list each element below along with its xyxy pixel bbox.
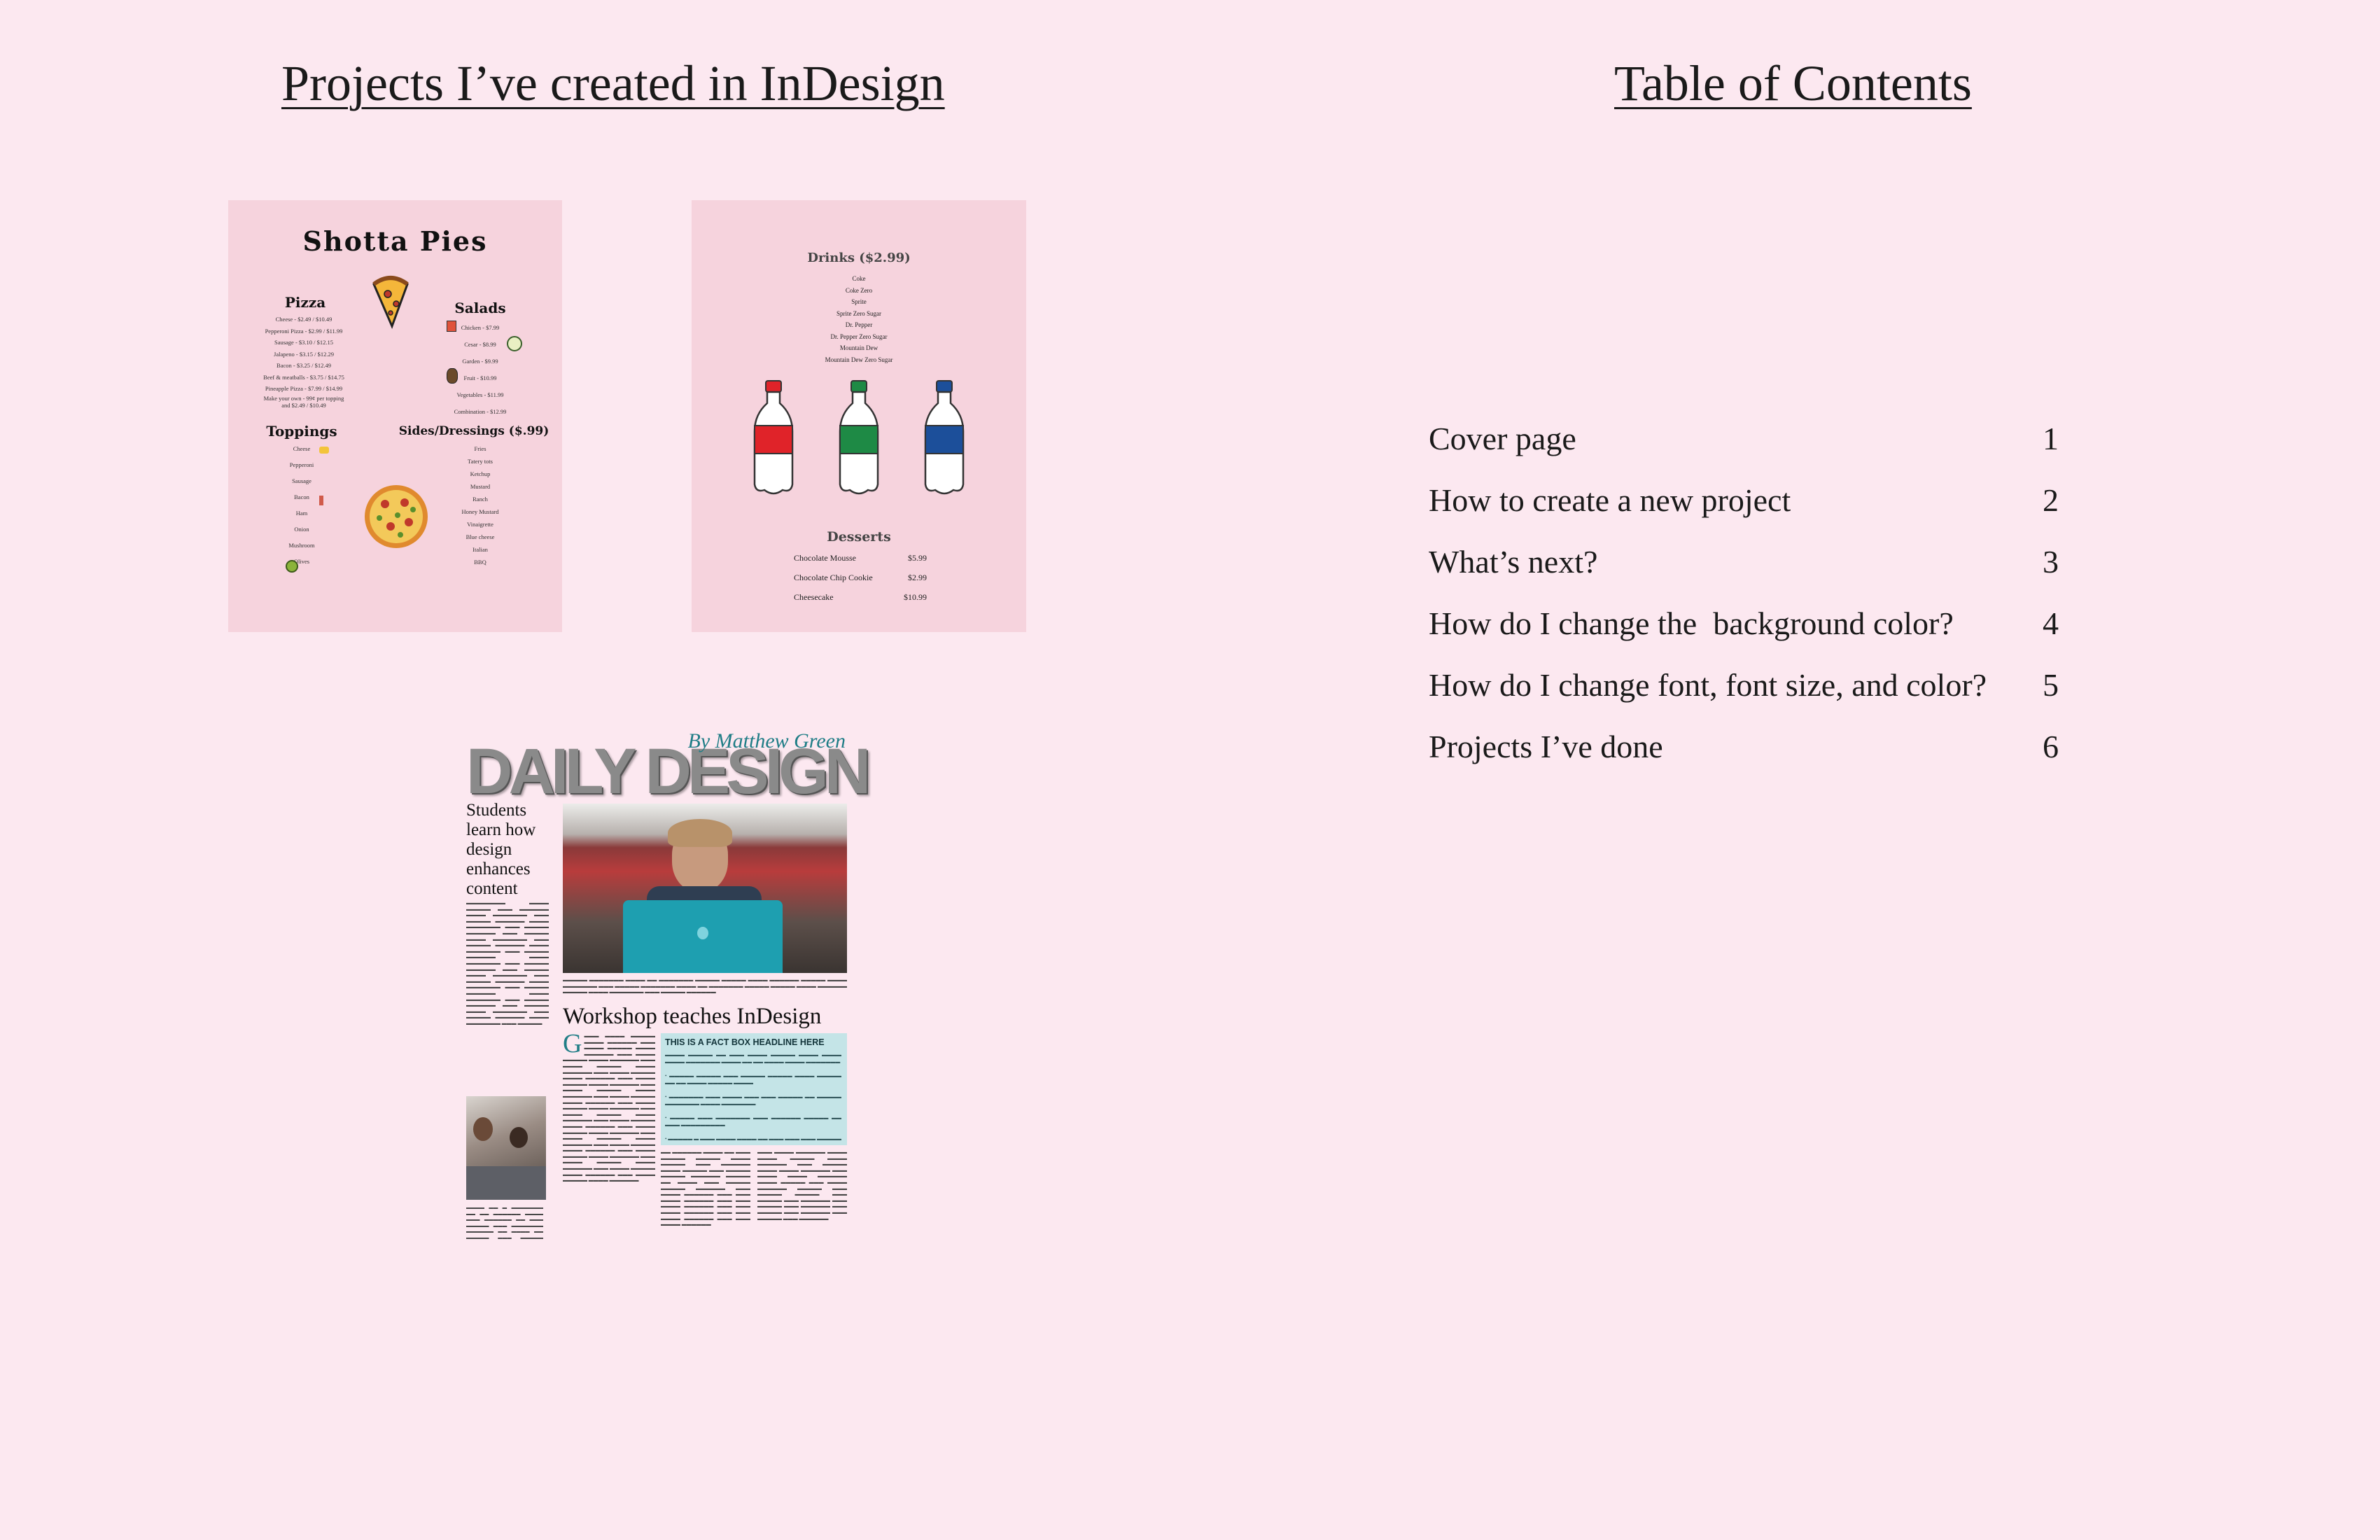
pizza-slice-icon [372,276,409,329]
headline-body-text: ▬▬▬▬▬▬▬▬ ▬▬▬▬ ▬▬▬▬▬ ▬▬▬ ▬▬▬▬▬▬ ▬▬▬▬ ▬▬▬▬… [466,900,549,1026]
toc-entry-title: Projects I’ve done [1429,729,1663,764]
toc-entry-title: Cover page [1429,421,1576,456]
story-body-text: ▬▬▬ ▬▬▬▬ ▬▬▬▬▬▬ ▬▬▬▬ ▬▬▬▬ ▬▬▬▬▬ ▬▬▬▬ ▬▬▬… [757,1149,847,1222]
blue-bottle-icon [924,380,965,495]
toc-entry-page: 5 [2043,667,2059,703]
toc-entry-page: 2 [2043,482,2059,518]
pizza-list: Cheese - $2.49 / $10.49 Pepperoni Pizza -… [263,316,344,409]
green-bottle-icon [839,380,879,495]
salads-section-title: Salads [454,300,506,316]
story-body-text: ▬▬ ▬▬▬▬▬▬ ▬▬▬▬ ▬▬ ▬▬▬ ▬▬▬▬▬ ▬▬▬▬▬ ▬▬▬▬ ▬… [661,1149,750,1228]
table-of-contents: Cover page 1 How to create a new project… [1429,420,2059,790]
story-body-text: G ▬▬▬ ▬▬▬▬ ▬▬▬▬▬ ▬▬▬▬ ▬▬▬▬▬▬ ▬▬▬ ▬▬▬▬ ▬▬▬… [563,1033,655,1184]
toc-entry[interactable]: How to create a new project 2 [1429,482,2059,543]
toc-entry-page: 6 [2043,729,2059,764]
dessert-row: Cheesecake $10.99 [794,592,927,602]
toc-entry[interactable]: Projects I’ve done 6 [1429,728,2059,790]
dessert-row: Chocolate Mousse $5.99 [794,553,927,563]
toc-entry-title: How to create a new project [1429,482,1791,518]
toppings-list: Cheese Pepperoni Sausage Bacon Ham Onion Mu… [288,445,315,565]
pizza-icon [365,485,428,548]
fact-box-text: ▬▬▬▬ ▬▬▬▬▬ ▬▬ ▬▬▬ ▬▬▬▬ ▬▬▬▬▬ ▬▬▬▬ ▬▬▬▬ ▬… [665,1052,841,1142]
student-laptop-photo [563,804,847,973]
soda-cup-icon [447,321,456,332]
toc-entry-page: 1 [2043,421,2059,456]
newspaper-headline: Students learn how design enhances conte… [466,801,536,898]
byline: By Matthew Green [687,729,846,752]
toc-entry-title: How do I change font, font size, and col… [1429,667,1987,703]
menu-title: Shotta Pies [302,225,488,257]
toc-entry[interactable]: How do I change the background color? 4 [1429,605,2059,666]
projects-heading: Projects I’ve created in InDesign [281,55,945,111]
fact-box-title: THIS IS A FACT BOX HEADLINE HERE [665,1037,825,1047]
toc-entry[interactable]: How do I change font, font size, and col… [1429,666,2059,728]
drinks-menu-thumbnail[interactable]: Drinks ($2.99) Coke Coke Zero Sprite Sprit… [692,200,1026,632]
toc-entry-title: What’s next? [1429,544,1598,580]
pizza-section-title: Pizza [284,294,326,311]
olive-icon [286,560,298,573]
table-of-contents-heading: Table of Contents [1614,55,1972,111]
photo-caption-text: ▬▬▬▬ ▬▬ ▬ ▬▬▬▬▬▬▬ ▬▬ ▬▬ ▬▬▬▬▬▬ ▬▬▬▬ ▬▬▬ … [466,1205,543,1240]
toc-entry[interactable]: What’s next? 3 [1429,543,2059,605]
fact-box: THIS IS A FACT BOX HEADLINE HERE ▬▬▬▬ ▬▬… [661,1033,847,1145]
toppings-section-title: Toppings [266,423,337,440]
toc-entry-page: 3 [2043,544,2059,580]
bacon-icon [319,496,323,505]
fruit-icon [447,368,458,384]
sides-list: Fries Tatery tots Ketchup Mustard Ranch Hon… [461,445,499,566]
photo-story-text: ▬▬▬▬▬ ▬▬▬▬▬▬▬ ▬▬▬▬ ▬▬ ▬▬▬▬▬▬▬ ▬▬▬▬▬ ▬▬▬▬… [563,977,847,995]
story-title: Workshop teaches InDesign [563,1004,822,1029]
classroom-photo [466,1096,546,1200]
pizza-menu-thumbnail[interactable]: Shotta Pies Pizza Cheese - $2.49 / $10.4… [228,200,562,632]
drinks-list: Coke Coke Zero Sprite Sprite Zero Sugar Dr… [825,275,893,363]
drinks-section-title: Drinks ($2.99) [807,251,911,265]
cheese-icon [319,447,329,454]
newspaper-thumbnail[interactable]: DAILY DESIGN By Matthew Green Students l… [465,727,871,1245]
toc-entry[interactable]: Cover page 1 [1429,420,2059,482]
toc-entry-title: How do I change the background color? [1429,606,1954,641]
red-bottle-icon [753,380,794,495]
dessert-row: Chocolate Chip Cookie $2.99 [794,573,927,582]
salad-bowl-icon [507,336,522,351]
sides-section-title: Sides/Dressings ($.99) [398,424,550,438]
toc-entry-page: 4 [2043,606,2059,641]
desserts-section-title: Desserts [827,529,891,545]
